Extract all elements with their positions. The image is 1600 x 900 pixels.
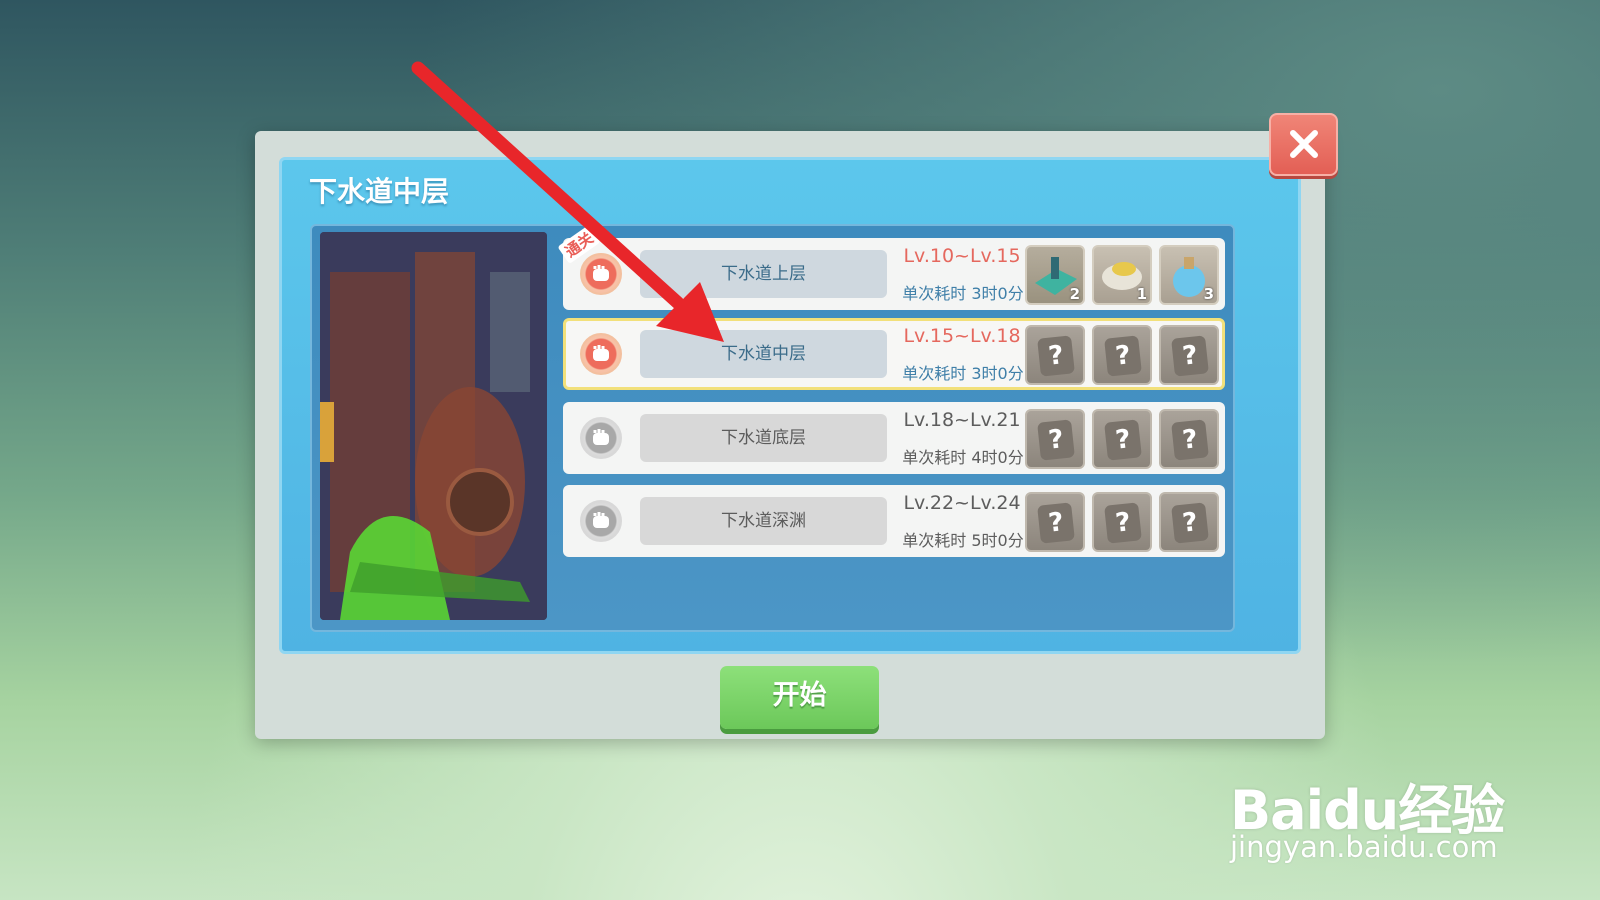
watermark-url: jingyan.baidu.com <box>1230 830 1498 864</box>
annotation-arrow <box>411 61 724 342</box>
